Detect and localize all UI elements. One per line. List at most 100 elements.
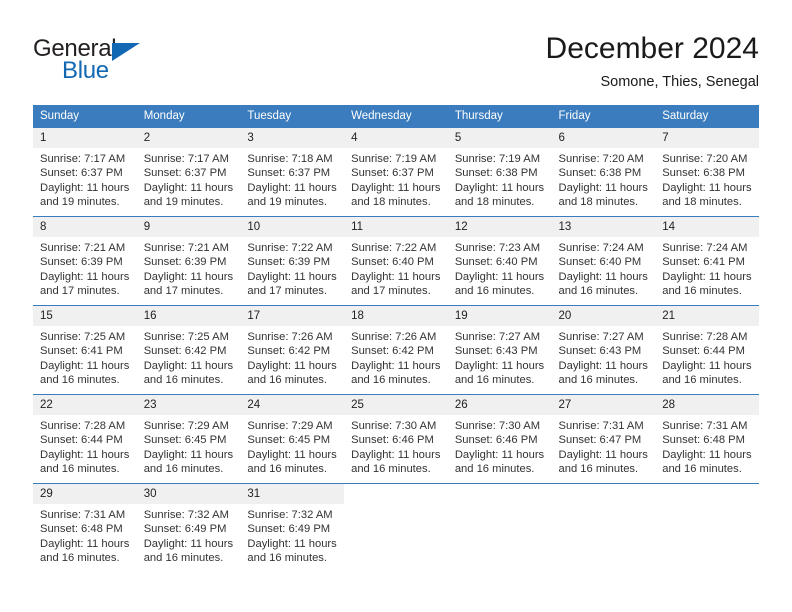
sunset-text: Sunset: 6:40 PM xyxy=(558,256,642,269)
sunrise-text: Sunrise: 7:19 AM xyxy=(351,153,437,165)
day-sun-info: Sunrise: 7:17 AM Sunset: 6:37 PM Daylight:… xyxy=(33,148,137,210)
calendar-day-cell[interactable]: 23 Sunrise: 7:29 AM Sunset: 6:45 PM Dayligh… xyxy=(136,394,241,484)
sunrise-text: Sunrise: 7:21 AM xyxy=(40,242,126,254)
calendar-week-row: 8 Sunrise: 7:21 AM Sunset: 6:39 PM Daylight… xyxy=(33,216,759,306)
calendar-day-cell[interactable]: 15 Sunrise: 7:25 AM Sunset: 6:41 PM Dayligh… xyxy=(33,305,137,395)
sunrise-text: Sunrise: 7:32 AM xyxy=(143,509,229,521)
sunset-text: Sunset: 6:41 PM xyxy=(662,256,745,269)
weekday-header-wednesday: Wednesday xyxy=(344,105,448,128)
sunset-text: Sunset: 6:42 PM xyxy=(351,345,434,358)
calendar-day-cell[interactable]: 30 Sunrise: 7:32 AM Sunset: 6:49 PM Dayligh… xyxy=(136,483,241,573)
calendar-day-cell[interactable]: 8 Sunrise: 7:21 AM Sunset: 6:39 PM Daylight… xyxy=(33,216,137,306)
calendar-week-row: 22 Sunrise: 7:28 AM Sunset: 6:44 PM Dayligh… xyxy=(33,394,759,484)
daylight-text-line1: Daylight: 11 hours xyxy=(351,359,441,372)
daylight-text-line1: Daylight: 11 hours xyxy=(40,448,130,461)
daylight-text-line1: Daylight: 11 hours xyxy=(351,270,441,283)
sunset-text: Sunset: 6:39 PM xyxy=(143,256,227,269)
calendar-day-cell[interactable]: 19 Sunrise: 7:27 AM Sunset: 6:43 PM Dayligh… xyxy=(447,305,552,395)
calendar-day-cell[interactable]: 25 Sunrise: 7:30 AM Sunset: 6:46 PM Dayligh… xyxy=(344,394,448,484)
sunset-text: Sunset: 6:38 PM xyxy=(662,167,745,180)
day-number: 24 xyxy=(240,395,345,415)
sunrise-text: Sunrise: 7:29 AM xyxy=(143,420,229,432)
sunrise-text: Sunrise: 7:29 AM xyxy=(247,420,333,432)
sunset-text: Sunset: 6:39 PM xyxy=(247,256,331,269)
calendar-day-cell[interactable]: 6 Sunrise: 7:20 AM Sunset: 6:38 PM Daylight… xyxy=(551,127,656,217)
calendar-day-cell[interactable]: 22 Sunrise: 7:28 AM Sunset: 6:44 PM Dayligh… xyxy=(33,394,137,484)
sunrise-text: Sunrise: 7:30 AM xyxy=(454,420,541,432)
calendar-day-cell[interactable]: 1 Sunrise: 7:17 AM Sunset: 6:37 PM Daylight… xyxy=(33,127,137,217)
day-sun-info: Sunrise: 7:17 AM Sunset: 6:37 PM Daylight:… xyxy=(137,148,241,210)
daylight-text-line2: and 16 minutes. xyxy=(662,285,742,298)
calendar-day-cell[interactable]: 28 Sunrise: 7:31 AM Sunset: 6:48 PM Dayligh… xyxy=(655,394,759,484)
title-block: December 2024 Somone, Thies, Senegal xyxy=(546,30,759,92)
calendar-day-cell[interactable]: 7 Sunrise: 7:20 AM Sunset: 6:38 PM Daylight… xyxy=(655,127,759,217)
calendar-day-cell[interactable]: 29 Sunrise: 7:31 AM Sunset: 6:48 PM Dayligh… xyxy=(33,483,137,573)
day-number: 1 xyxy=(33,128,137,148)
daylight-text-line1: Daylight: 11 hours xyxy=(143,448,234,461)
daylight-text-line2: and 16 minutes. xyxy=(351,374,431,387)
calendar-day-cell[interactable]: 11 Sunrise: 7:22 AM Sunset: 6:40 PM Dayligh… xyxy=(344,216,448,306)
sunrise-text: Sunrise: 7:27 AM xyxy=(558,331,644,343)
day-sun-info: Sunrise: 7:18 AM Sunset: 6:37 PM Daylight:… xyxy=(240,148,344,210)
sunrise-text: Sunrise: 7:28 AM xyxy=(662,331,748,343)
calendar-day-cell[interactable]: 27 Sunrise: 7:31 AM Sunset: 6:47 PM Dayligh… xyxy=(551,394,656,484)
calendar-day-cell[interactable]: 12 Sunrise: 7:23 AM Sunset: 6:40 PM Dayligh… xyxy=(447,216,552,306)
sunset-text: Sunset: 6:38 PM xyxy=(558,167,642,180)
day-number: 31 xyxy=(240,484,345,504)
day-number: 21 xyxy=(655,306,759,326)
daylight-text-line1: Daylight: 11 hours xyxy=(351,181,441,194)
day-number: 4 xyxy=(344,128,448,148)
day-number: 12 xyxy=(447,217,552,237)
weekday-header-friday: Friday xyxy=(551,105,656,128)
calendar-day-cell[interactable]: 31 Sunrise: 7:32 AM Sunset: 6:49 PM Dayligh… xyxy=(240,483,345,573)
sunrise-text: Sunrise: 7:19 AM xyxy=(454,153,541,165)
daylight-text-line1: Daylight: 11 hours xyxy=(247,181,337,194)
weekday-header-saturday: Saturday xyxy=(655,105,759,128)
calendar-day-cell[interactable]: 5 Sunrise: 7:19 AM Sunset: 6:38 PM Daylight… xyxy=(447,127,552,217)
sunset-text: Sunset: 6:42 PM xyxy=(143,345,227,358)
day-sun-info: Sunrise: 7:20 AM Sunset: 6:38 PM Daylight:… xyxy=(552,148,656,210)
calendar-day-cell[interactable]: 21 Sunrise: 7:28 AM Sunset: 6:44 PM Dayligh… xyxy=(655,305,759,395)
sunrise-text: Sunrise: 7:30 AM xyxy=(351,420,437,432)
daylight-text-line2: and 16 minutes. xyxy=(662,463,742,476)
calendar-day-cell[interactable]: 24 Sunrise: 7:29 AM Sunset: 6:45 PM Dayligh… xyxy=(240,394,345,484)
daylight-text-line1: Daylight: 11 hours xyxy=(40,270,130,283)
day-sun-info: Sunrise: 7:27 AM Sunset: 6:43 PM Daylight:… xyxy=(448,326,552,388)
calendar-page: General Blue December 2024 Somone, Thies… xyxy=(0,0,792,612)
day-number: 30 xyxy=(136,484,241,504)
calendar-day-cell[interactable]: 4 Sunrise: 7:19 AM Sunset: 6:37 PM Daylight… xyxy=(344,127,448,217)
calendar-day-cell[interactable]: 13 Sunrise: 7:24 AM Sunset: 6:40 PM Dayligh… xyxy=(551,216,656,306)
sunset-text: Sunset: 6:41 PM xyxy=(40,345,123,358)
daylight-text-line2: and 18 minutes. xyxy=(351,196,431,209)
weekday-header-sunday: Sunday xyxy=(33,105,137,128)
calendar-day-cell[interactable]: 20 Sunrise: 7:27 AM Sunset: 6:43 PM Dayligh… xyxy=(551,305,656,395)
daylight-text-line2: and 18 minutes. xyxy=(558,196,639,209)
daylight-text-line1: Daylight: 11 hours xyxy=(558,359,648,372)
daylight-text-line1: Daylight: 11 hours xyxy=(143,181,234,194)
day-number: 5 xyxy=(447,128,552,148)
calendar-day-cell[interactable]: 26 Sunrise: 7:30 AM Sunset: 6:46 PM Dayligh… xyxy=(447,394,552,484)
weekday-header: Sunday Monday Tuesday Wednesday Thursday… xyxy=(33,105,759,128)
day-number: 3 xyxy=(240,128,345,148)
calendar-day-cell-empty xyxy=(447,483,552,573)
calendar-day-cell[interactable]: 2 Sunrise: 7:17 AM Sunset: 6:37 PM Daylight… xyxy=(136,127,241,217)
day-sun-info: Sunrise: 7:28 AM Sunset: 6:44 PM Daylight:… xyxy=(655,326,759,388)
general-blue-logo[interactable]: General Blue xyxy=(33,36,233,88)
day-sun-info: Sunrise: 7:19 AM Sunset: 6:37 PM Daylight:… xyxy=(344,148,448,210)
calendar-day-cell[interactable]: 16 Sunrise: 7:25 AM Sunset: 6:42 PM Dayligh… xyxy=(136,305,241,395)
day-sun-info: Sunrise: 7:31 AM Sunset: 6:48 PM Daylight:… xyxy=(33,504,137,566)
sunset-text: Sunset: 6:49 PM xyxy=(247,523,331,536)
calendar-day-cell[interactable]: 17 Sunrise: 7:26 AM Sunset: 6:42 PM Dayligh… xyxy=(240,305,345,395)
calendar-day-cell[interactable]: 10 Sunrise: 7:22 AM Sunset: 6:39 PM Dayligh… xyxy=(240,216,345,306)
day-sun-info: Sunrise: 7:25 AM Sunset: 6:42 PM Daylight:… xyxy=(137,326,241,388)
calendar-header-row: Sunday Monday Tuesday Wednesday Thursday… xyxy=(33,105,759,128)
day-number: 9 xyxy=(136,217,241,237)
calendar-day-cell[interactable]: 9 Sunrise: 7:21 AM Sunset: 6:39 PM Daylight… xyxy=(136,216,241,306)
sunrise-text: Sunrise: 7:27 AM xyxy=(454,331,541,343)
day-number: 15 xyxy=(33,306,137,326)
calendar-day-cell[interactable]: 14 Sunrise: 7:24 AM Sunset: 6:41 PM Dayligh… xyxy=(655,216,759,306)
calendar-day-cell[interactable]: 3 Sunrise: 7:18 AM Sunset: 6:37 PM Daylight… xyxy=(240,127,345,217)
weekday-header-tuesday: Tuesday xyxy=(240,105,345,128)
calendar-day-cell[interactable]: 18 Sunrise: 7:26 AM Sunset: 6:42 PM Dayligh… xyxy=(344,305,448,395)
daylight-text-line1: Daylight: 11 hours xyxy=(454,448,545,461)
